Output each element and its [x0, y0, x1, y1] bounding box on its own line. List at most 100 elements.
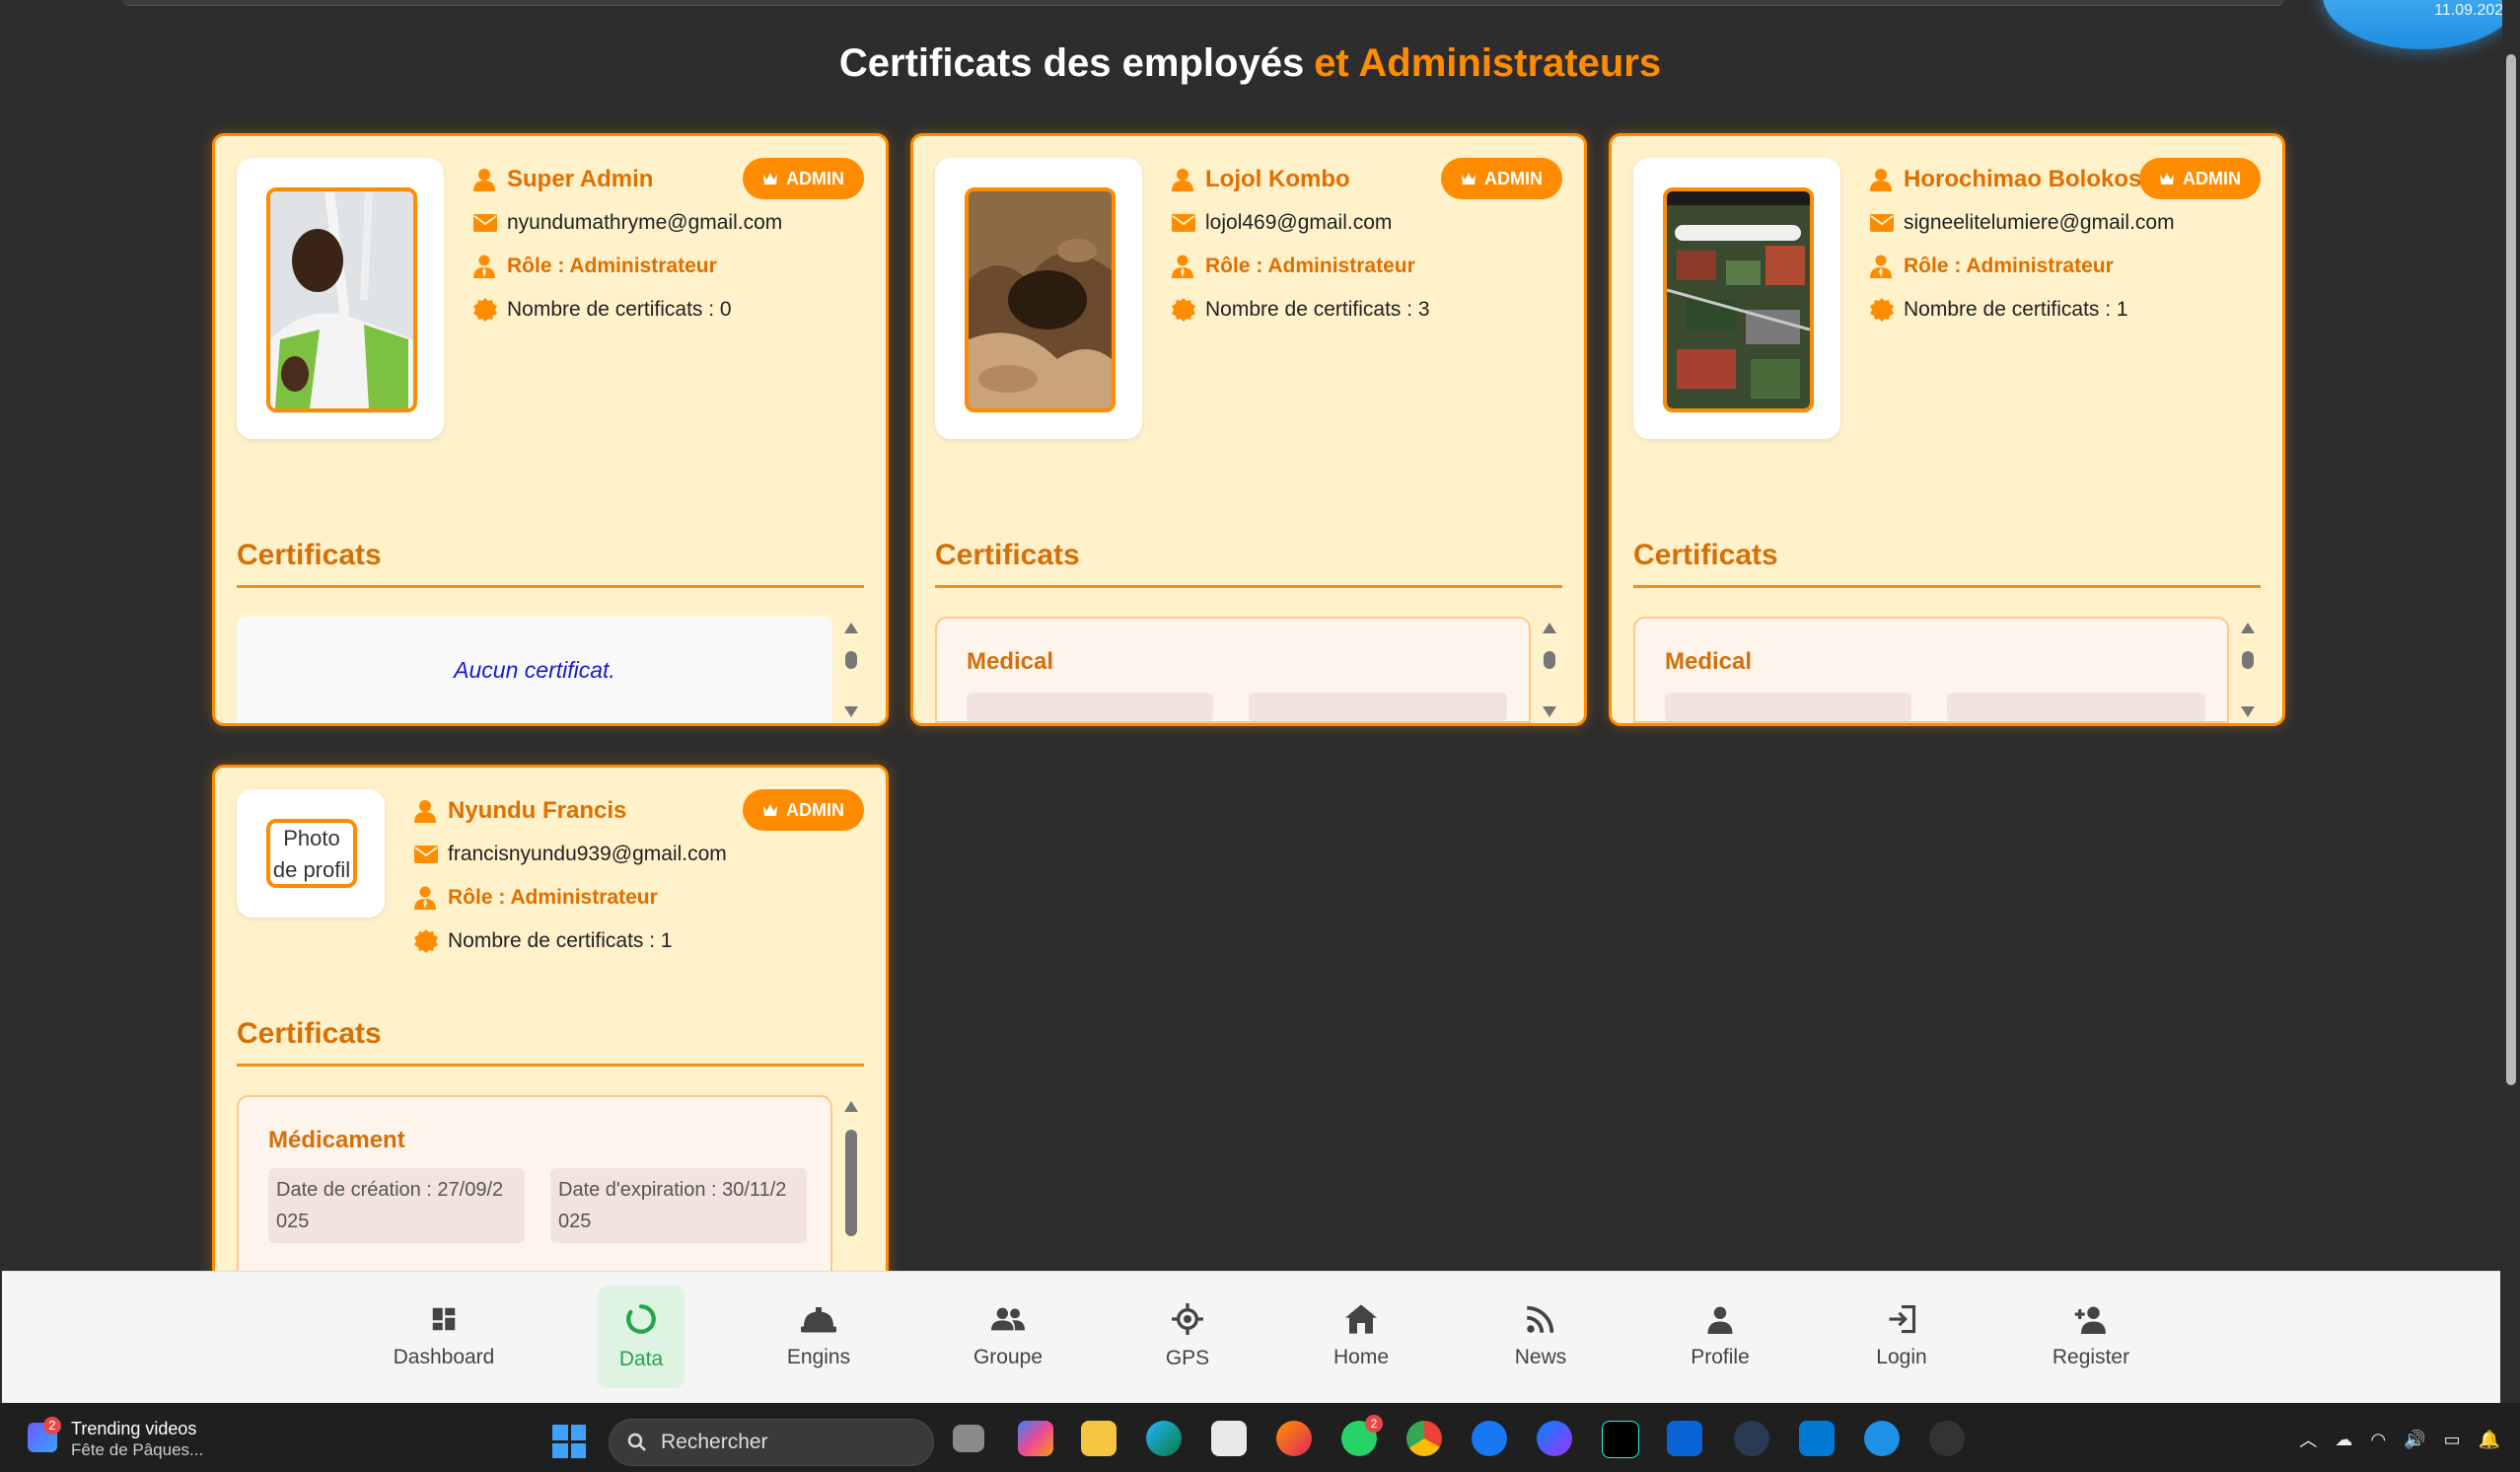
- user-name: Super Admin: [507, 166, 654, 192]
- nav-label: Engins: [786, 1346, 851, 1368]
- certificate-item: Médicament Date de création : 27/09/2 02…: [237, 1095, 832, 1281]
- scroll-down-arrow-icon[interactable]: [2241, 706, 2255, 717]
- scroll-thumb[interactable]: [2242, 651, 2254, 669]
- certificate-icon: [1172, 298, 1195, 322]
- envelope-icon: [1172, 214, 1195, 232]
- certificate-expiry-date: Date d'expiration : 30/11/2 025: [550, 1168, 807, 1243]
- certificate-created-date: Date de création : 27/09/2 025: [268, 1168, 525, 1243]
- app-icon[interactable]: [1734, 1421, 1769, 1456]
- nav-home[interactable]: Home: [1302, 1286, 1420, 1388]
- vscode-icon[interactable]: [1799, 1421, 1835, 1456]
- edge-icon[interactable]: [1146, 1421, 1182, 1456]
- docker-icon[interactable]: [1864, 1421, 1900, 1456]
- certificate-list-scrollbar[interactable]: [838, 1095, 864, 1281]
- gps-icon: [1172, 1303, 1203, 1335]
- nav-engins[interactable]: Engins: [759, 1286, 878, 1388]
- certificates-divider: [237, 585, 864, 588]
- nav-dashboard[interactable]: Dashboard: [385, 1286, 503, 1388]
- user-cert-count: Nombre de certificats : 0: [507, 298, 732, 321]
- crown-icon: [763, 804, 777, 816]
- certificates-divider: [935, 585, 1562, 588]
- user-tie-icon: [414, 886, 436, 910]
- page-scrollbar[interactable]: [2502, 0, 2520, 1273]
- scroll-up-arrow-icon[interactable]: [1543, 623, 1556, 633]
- certificate-icon: [1870, 298, 1894, 322]
- volume-icon[interactable]: 🔊: [2404, 1430, 2425, 1450]
- certificate-list-scrollbar[interactable]: [2235, 617, 2261, 723]
- nav-news[interactable]: News: [1481, 1286, 1600, 1388]
- scroll-thumb[interactable]: [1544, 651, 1555, 669]
- scroll-thumb[interactable]: [845, 651, 857, 669]
- user-icon: [473, 169, 495, 191]
- nav-groupe[interactable]: Groupe: [949, 1286, 1067, 1388]
- user-name-row: Super Admin: [473, 158, 782, 201]
- certificate-list[interactable]: Aucun certificat.: [237, 617, 864, 723]
- scroll-up-arrow-icon[interactable]: [2241, 623, 2255, 633]
- profile-photo: [965, 187, 1116, 412]
- user-info: Horochimao Bolokos signeelitelumiere@gma…: [1870, 158, 2175, 331]
- page-title-main: Certificats des employés: [838, 41, 1305, 85]
- nav-login[interactable]: Login: [1842, 1286, 1961, 1388]
- rss-icon: [1527, 1305, 1554, 1333]
- task-view-icon[interactable]: [953, 1425, 984, 1452]
- facebook-icon[interactable]: [1472, 1421, 1507, 1456]
- nav-data[interactable]: Data: [598, 1286, 684, 1388]
- certificate-name: Medical: [1665, 648, 1753, 675]
- battery-icon[interactable]: ▭: [2444, 1430, 2461, 1450]
- tiktok-icon[interactable]: [1602, 1421, 1639, 1458]
- nav-profile[interactable]: Profile: [1661, 1286, 1779, 1388]
- login-icon: [1889, 1304, 1916, 1334]
- user-cert-count-row: Nombre de certificats : 3: [1172, 288, 1430, 331]
- page-scrollbar-thumb[interactable]: [2506, 54, 2516, 1085]
- user-icon: [1172, 169, 1193, 191]
- nav-register[interactable]: Register: [2032, 1286, 2150, 1388]
- certificates-divider: [1633, 585, 2261, 588]
- certificate-list[interactable]: Medical: [935, 617, 1562, 723]
- certificates-heading: Certificats: [935, 539, 1080, 571]
- admin-badge: ADMIN: [1441, 158, 1562, 199]
- scroll-thumb[interactable]: [845, 1130, 857, 1236]
- certificate-list[interactable]: Medical: [1633, 617, 2261, 723]
- scroll-down-arrow-icon[interactable]: [844, 706, 858, 717]
- envelope-icon: [473, 214, 497, 232]
- chrome-icon[interactable]: [1406, 1421, 1442, 1456]
- messenger-icon[interactable]: [1537, 1421, 1572, 1456]
- user-role-row: Rôle : Administrateur: [414, 876, 727, 920]
- file-explorer-icon[interactable]: [1081, 1421, 1116, 1456]
- page-title: Certificats des employés et Administrateu…: [0, 41, 2500, 86]
- certificates-heading: Certificats: [237, 1017, 382, 1050]
- wifi-icon[interactable]: ◠: [2370, 1430, 2386, 1450]
- user-info: Nyundu Francis francisnyundu939@gmail.co…: [414, 789, 727, 963]
- user-email: francisnyundu939@gmail.com: [448, 843, 727, 865]
- chevron-up-icon[interactable]: ︿: [2299, 1427, 2317, 1452]
- user-card: ADMIN Horochimao Bolokos signeelitelumie…: [1609, 133, 2285, 726]
- firefox-icon[interactable]: [1276, 1421, 1312, 1456]
- outlook-icon[interactable]: [1667, 1421, 1702, 1456]
- cloud-icon[interactable]: ☁: [2335, 1430, 2352, 1450]
- certificate-name: Medical: [967, 648, 1054, 675]
- user-cert-count-row: Nombre de certificats : 1: [1870, 288, 2175, 331]
- notification-bell-icon[interactable]: 🔔: [2479, 1430, 2500, 1450]
- certificate-list[interactable]: Médicament Date de création : 27/09/2 02…: [237, 1095, 864, 1281]
- certificate-list-scrollbar[interactable]: [838, 617, 864, 723]
- user-cert-count-row: Nombre de certificats : 0: [473, 288, 782, 331]
- nav-label: Login: [1876, 1346, 1927, 1368]
- copilot-icon[interactable]: [1018, 1421, 1053, 1456]
- scroll-up-arrow-icon[interactable]: [844, 1101, 858, 1112]
- windows-start-icon[interactable]: [552, 1425, 586, 1458]
- certificate-list-scrollbar[interactable]: [1537, 617, 1562, 723]
- taskbar-search[interactable]: Rechercher: [609, 1419, 934, 1466]
- admin-badge-label: ADMIN: [1484, 168, 1543, 188]
- nav-label: Groupe: [972, 1346, 1044, 1368]
- user-email-row: lojol469@gmail.com: [1172, 201, 1430, 245]
- certificate-item: Medical: [1633, 617, 2229, 723]
- whatsapp-icon[interactable]: 2: [1341, 1415, 1383, 1456]
- scroll-down-arrow-icon[interactable]: [1543, 706, 1556, 717]
- user-name-row: Nyundu Francis: [414, 789, 727, 833]
- bottom-navigation: Dashboard Data Engins Groupe GPS Home Ne…: [2, 1271, 2500, 1404]
- openai-icon[interactable]: [1929, 1421, 1965, 1456]
- store-icon[interactable]: [1211, 1421, 1247, 1456]
- nav-gps[interactable]: GPS: [1128, 1286, 1247, 1388]
- system-tray: ︿ ☁ ◠ 🔊 ▭ 🔔: [2299, 1427, 2500, 1452]
- scroll-up-arrow-icon[interactable]: [844, 623, 858, 633]
